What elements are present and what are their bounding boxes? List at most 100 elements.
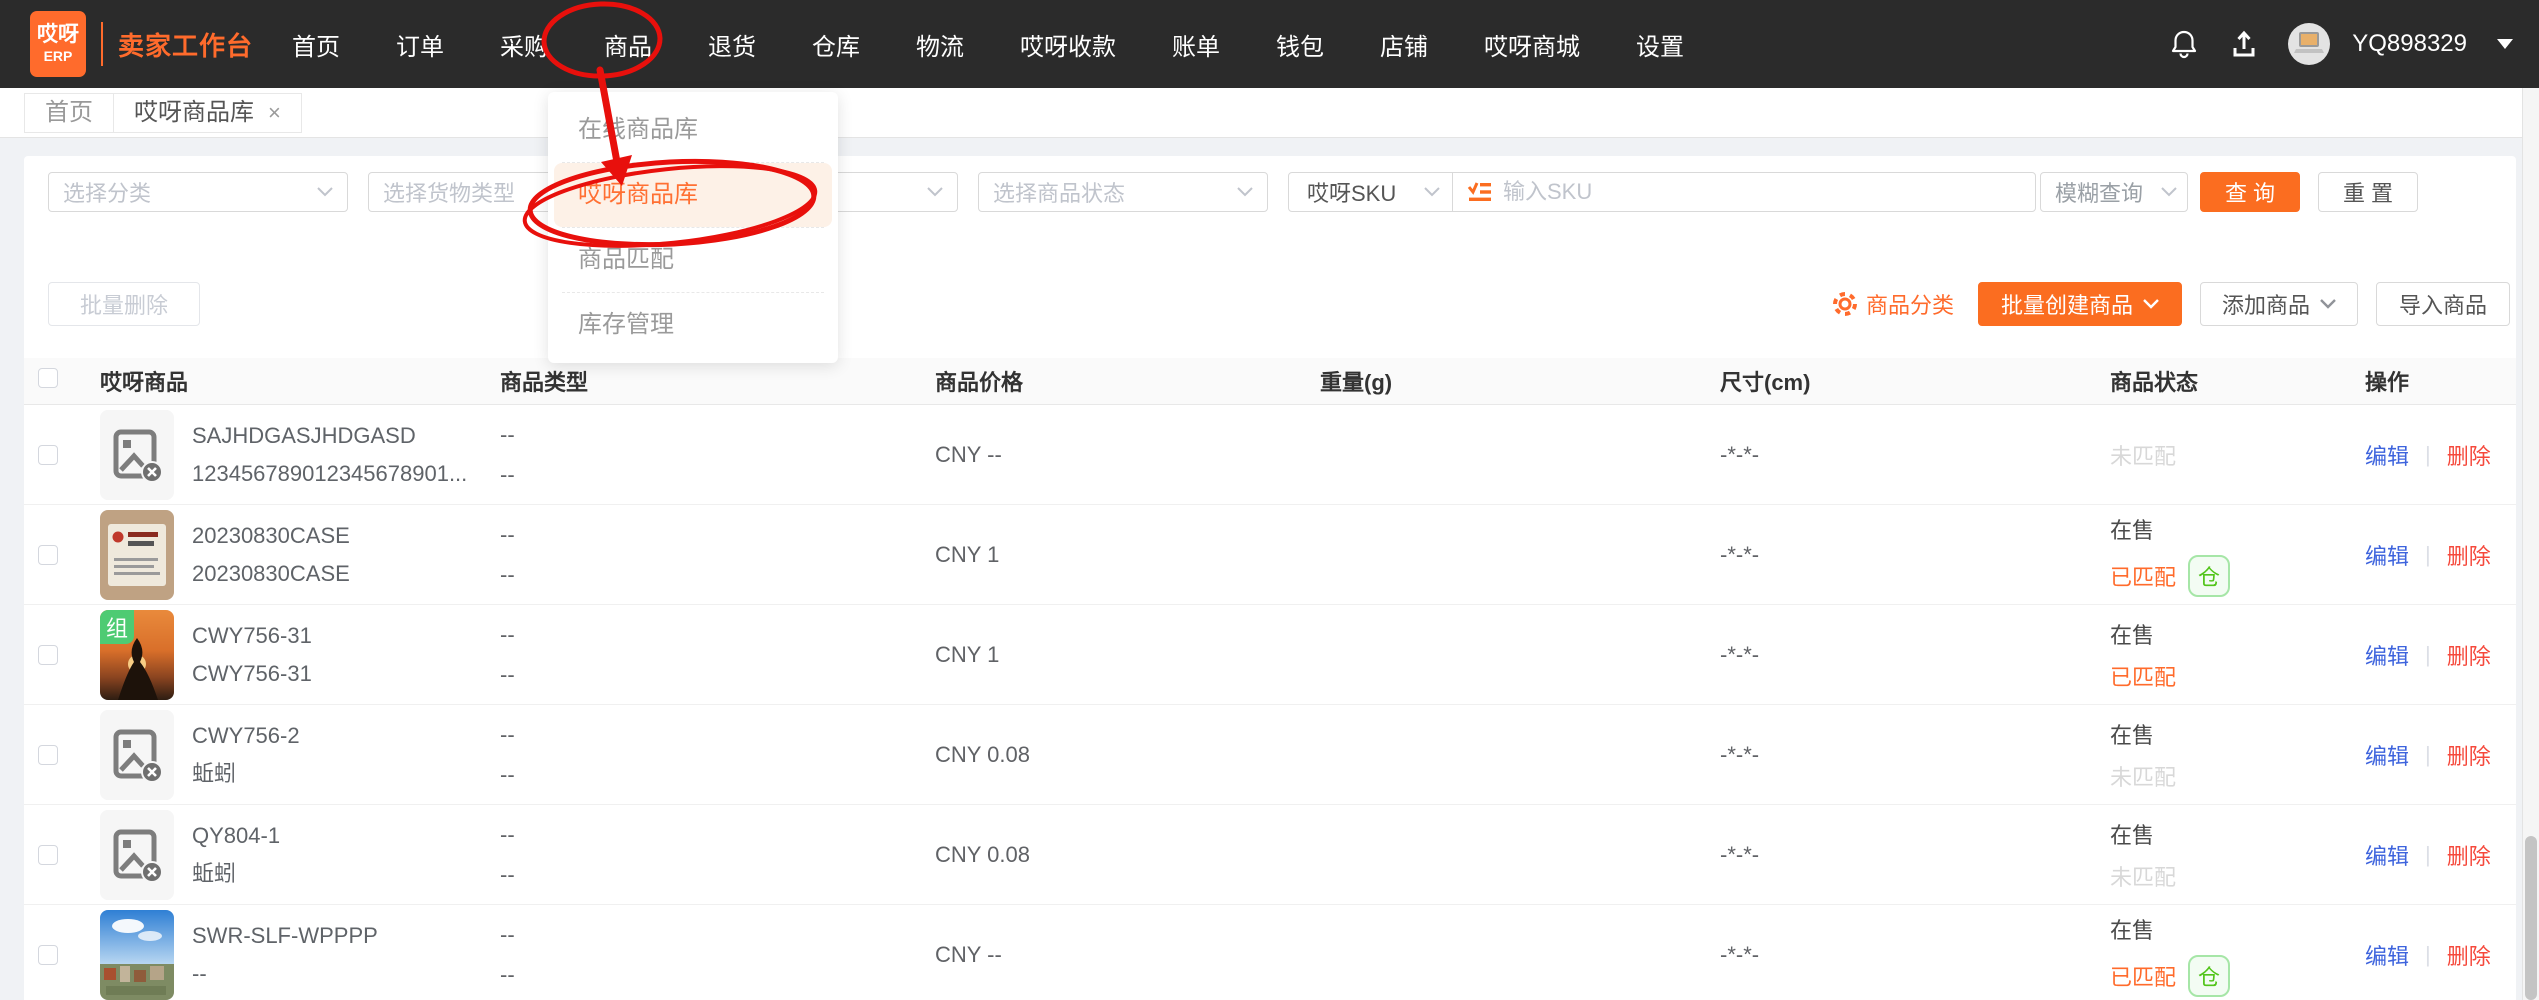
table-row: QY804-1 蚯蚓 ---- CNY 0.08 -*-*- 在售 未匹配 编辑…: [24, 805, 2516, 905]
type-value-2: --: [500, 862, 515, 888]
match-status: 未匹配: [2110, 860, 2176, 892]
weight-cell: [1296, 905, 1696, 1000]
logo-text-bottom: ERP: [44, 47, 73, 65]
chevron-down-icon: [1424, 187, 1440, 197]
product-thumbnail-city: [100, 910, 174, 1000]
delete-link[interactable]: 删除: [2447, 639, 2491, 671]
nav-item-orders[interactable]: 订单: [396, 27, 444, 62]
batch-create-button[interactable]: 批量创建商品: [1978, 282, 2182, 326]
edit-link[interactable]: 编辑: [2365, 939, 2409, 971]
actions-cell: 编辑 | 删除: [2341, 705, 2516, 804]
edit-link[interactable]: 编辑: [2365, 539, 2409, 571]
nav-item-products[interactable]: 商品: [604, 27, 652, 62]
type-value-2: --: [500, 562, 515, 588]
page-tabbar: 首页 哎呀商品库 ×: [0, 88, 2539, 138]
notification-bell-icon[interactable]: [2168, 28, 2200, 60]
match-status: 已匹配: [2110, 960, 2176, 992]
sku-input-wrap: [1453, 179, 2035, 205]
add-product-button[interactable]: 添加商品: [2200, 282, 2358, 326]
nav-item-shops[interactable]: 店铺: [1380, 27, 1428, 62]
chevron-down-icon: [2161, 187, 2177, 197]
row-checkbox[interactable]: [38, 545, 58, 565]
row-checkbox[interactable]: [38, 645, 58, 665]
reset-button[interactable]: 重 置: [2318, 172, 2418, 212]
header-actions: 操作: [2341, 365, 2516, 397]
delete-link[interactable]: 删除: [2447, 539, 2491, 571]
product-status-select[interactable]: 选择商品状态: [978, 172, 1268, 212]
size-cell: -*-*-: [1696, 705, 2086, 804]
tab-home[interactable]: 首页: [24, 93, 114, 133]
tab-home-label: 首页: [45, 94, 93, 132]
menu-item-product-match[interactable]: 商品匹配: [548, 228, 838, 292]
status-cell: 未匹配: [2086, 405, 2341, 504]
product-category-label: 商品分类: [1866, 288, 1954, 320]
menu-item-product-library[interactable]: 哎呀商品库: [554, 163, 832, 227]
price-cell: CNY --: [911, 905, 1296, 1000]
product-category-link[interactable]: 商品分类: [1832, 288, 1954, 320]
edit-link[interactable]: 编辑: [2365, 739, 2409, 771]
type-value-2: --: [500, 662, 515, 688]
edit-link[interactable]: 编辑: [2365, 639, 2409, 671]
scrollbar-thumb[interactable]: [2525, 836, 2537, 1000]
delete-link[interactable]: 删除: [2447, 439, 2491, 471]
nav-item-home[interactable]: 首页: [292, 27, 340, 62]
delete-link[interactable]: 删除: [2447, 839, 2491, 871]
sku-input[interactable]: [1503, 179, 2021, 205]
edit-link[interactable]: 编辑: [2365, 439, 2409, 471]
chevron-down-icon: [927, 187, 943, 197]
menu-item-inventory[interactable]: 库存管理: [548, 293, 838, 357]
row-checkbox[interactable]: [38, 445, 58, 465]
brand-divider: [101, 22, 103, 66]
nav-item-settings[interactable]: 设置: [1636, 27, 1684, 62]
user-menu-caret-icon[interactable]: [2497, 39, 2513, 49]
upload-icon[interactable]: [2228, 28, 2260, 60]
sku-type-select[interactable]: 哎呀SKU: [1289, 173, 1453, 211]
open-tabs: 首页 哎呀商品库 ×: [24, 93, 302, 133]
edit-link[interactable]: 编辑: [2365, 839, 2409, 871]
row-checkbox[interactable]: [38, 845, 58, 865]
category-select-placeholder: 选择分类: [63, 176, 151, 208]
row-checkbox[interactable]: [38, 945, 58, 965]
tab-close-icon[interactable]: ×: [268, 102, 281, 124]
batch-delete-button[interactable]: 批量删除: [48, 282, 200, 326]
nav-item-logistics[interactable]: 物流: [916, 27, 964, 62]
menu-item-online-library[interactable]: 在线商品库: [548, 98, 838, 162]
weight-cell: [1296, 505, 1696, 604]
action-divider: |: [2425, 842, 2431, 868]
table-row: 组 CWY756-31 CWY756-31 ---- CNY 1 -*-*- 在…: [24, 605, 2516, 705]
table-row: SAJHDGASJHDGASD 123456789012345678901...…: [24, 405, 2516, 505]
actions-cell: 编辑 | 删除: [2341, 405, 2516, 504]
table-header: 哎呀商品 商品类型 商品价格 重量(g) 尺寸(cm) 商品状态 操作: [24, 358, 2516, 405]
chevron-down-icon: [317, 187, 333, 197]
fuzzy-query-select[interactable]: 模糊查询: [2040, 172, 2188, 212]
product-title: SWR-SLF-WPPPP: [192, 923, 378, 949]
product-title: CWY756-31: [192, 623, 312, 649]
status-cell: 在售 未匹配: [2086, 805, 2341, 904]
select-all-checkbox[interactable]: [38, 368, 58, 388]
vertical-scrollbar[interactable]: [2522, 88, 2539, 1000]
action-divider: |: [2425, 642, 2431, 668]
nav-item-warehouse[interactable]: 仓库: [812, 27, 860, 62]
nav-item-returns[interactable]: 退货: [708, 27, 756, 62]
weight-cell: [1296, 605, 1696, 704]
group-badge: 组: [100, 610, 134, 644]
delete-link[interactable]: 删除: [2447, 739, 2491, 771]
category-select[interactable]: 选择分类: [48, 172, 348, 212]
search-button[interactable]: 查 询: [2200, 172, 2300, 212]
nav-item-wallet[interactable]: 钱包: [1276, 27, 1324, 62]
brand-title: 卖家工作台: [118, 26, 253, 63]
type-value-1: --: [500, 922, 515, 948]
tab-product-library[interactable]: 哎呀商品库 ×: [113, 93, 302, 133]
nav-item-collection[interactable]: 哎呀收款: [1020, 27, 1116, 62]
delete-link[interactable]: 删除: [2447, 939, 2491, 971]
row-checkbox[interactable]: [38, 745, 58, 765]
sku-type-value: 哎呀SKU: [1307, 176, 1396, 208]
username-label[interactable]: YQ898329: [2352, 30, 2467, 58]
nav-item-purchase[interactable]: 采购: [500, 27, 548, 62]
import-product-button[interactable]: 导入商品: [2376, 282, 2510, 326]
nav-item-mall[interactable]: 哎呀商城: [1484, 27, 1580, 62]
type-value-1: --: [500, 722, 515, 748]
nav-item-bills[interactable]: 账单: [1172, 27, 1220, 62]
user-avatar[interactable]: [2288, 23, 2330, 65]
app-logo[interactable]: 哎呀 ERP: [30, 11, 86, 77]
